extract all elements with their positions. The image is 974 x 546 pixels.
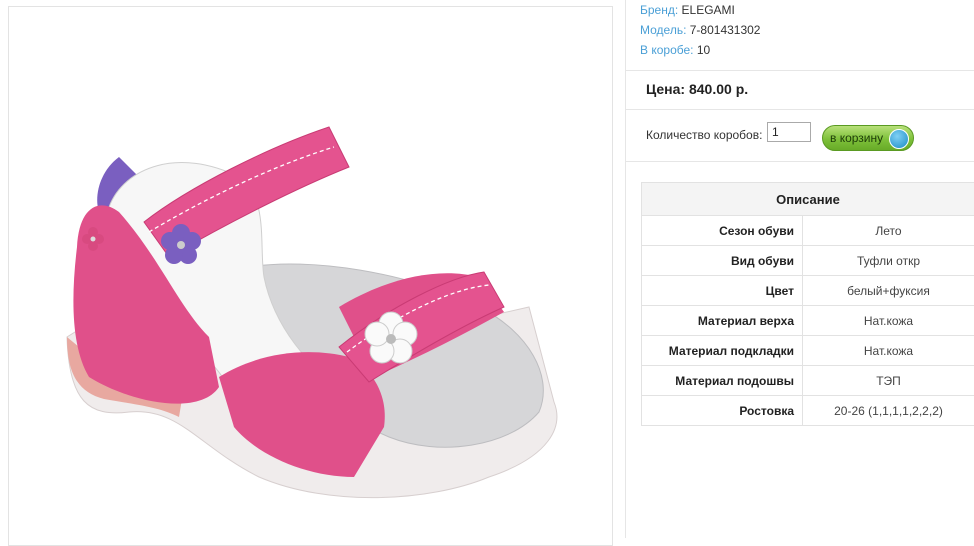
- row-key: Вид обуви: [642, 246, 803, 276]
- brand-row: Бренд: ELEGAMI: [640, 2, 760, 22]
- brand-label: Бренд:: [640, 3, 678, 17]
- sandal-illustration: [9, 7, 614, 539]
- row-value: 20-26 (1,1,1,1,2,2,2): [803, 396, 974, 426]
- description-table: Описание Сезон обуви Лето Вид обуви Туфл…: [641, 182, 974, 426]
- row-key: Ростовка: [642, 396, 803, 426]
- row-key: Сезон обуви: [642, 216, 803, 246]
- add-to-cart-button[interactable]: в корзину: [822, 125, 914, 151]
- row-value: Нат.кожа: [803, 336, 974, 366]
- table-row: Сезон обуви Лето: [642, 216, 974, 246]
- divider: [626, 161, 974, 162]
- table-row: Цвет белый+фуксия: [642, 276, 974, 306]
- table-row: Материал подкладки Нат.кожа: [642, 336, 974, 366]
- model-label: Модель:: [640, 23, 686, 37]
- row-value: Лето: [803, 216, 974, 246]
- row-value: Туфли откр: [803, 246, 974, 276]
- box-label: В коробе:: [640, 43, 694, 57]
- row-value: белый+фуксия: [803, 276, 974, 306]
- description-title: Описание: [642, 183, 974, 216]
- model-row: Модель: 7-801431302: [640, 22, 760, 42]
- table-row: Ростовка 20-26 (1,1,1,1,2,2,2): [642, 396, 974, 426]
- table-row: Вид обуви Туфли откр: [642, 246, 974, 276]
- table-row: Материал подошвы ТЭП: [642, 366, 974, 396]
- brand-value: ELEGAMI: [682, 3, 735, 17]
- row-value: Нат.кожа: [803, 306, 974, 336]
- price: Цена: 840.00 р.: [646, 81, 748, 97]
- qty-label: Количество коробов:: [646, 128, 762, 142]
- product-info: Бренд: ELEGAMI Модель: 7-801431302 В кор…: [640, 2, 760, 62]
- cart-button-label: в корзину: [830, 131, 883, 145]
- model-value: 7-801431302: [690, 23, 761, 37]
- divider: [626, 70, 974, 71]
- row-key: Материал подошвы: [642, 366, 803, 396]
- box-value: 10: [697, 43, 710, 57]
- divider: [626, 109, 974, 110]
- cart-icon: [889, 129, 909, 149]
- quantity-input[interactable]: [767, 122, 811, 142]
- table-row: Материал верха Нат.кожа: [642, 306, 974, 336]
- box-row: В коробе: 10: [640, 42, 760, 62]
- row-key: Материал верха: [642, 306, 803, 336]
- column-divider: [625, 0, 626, 538]
- product-image[interactable]: [8, 6, 613, 546]
- row-key: Материал подкладки: [642, 336, 803, 366]
- row-key: Цвет: [642, 276, 803, 306]
- row-value: ТЭП: [803, 366, 974, 396]
